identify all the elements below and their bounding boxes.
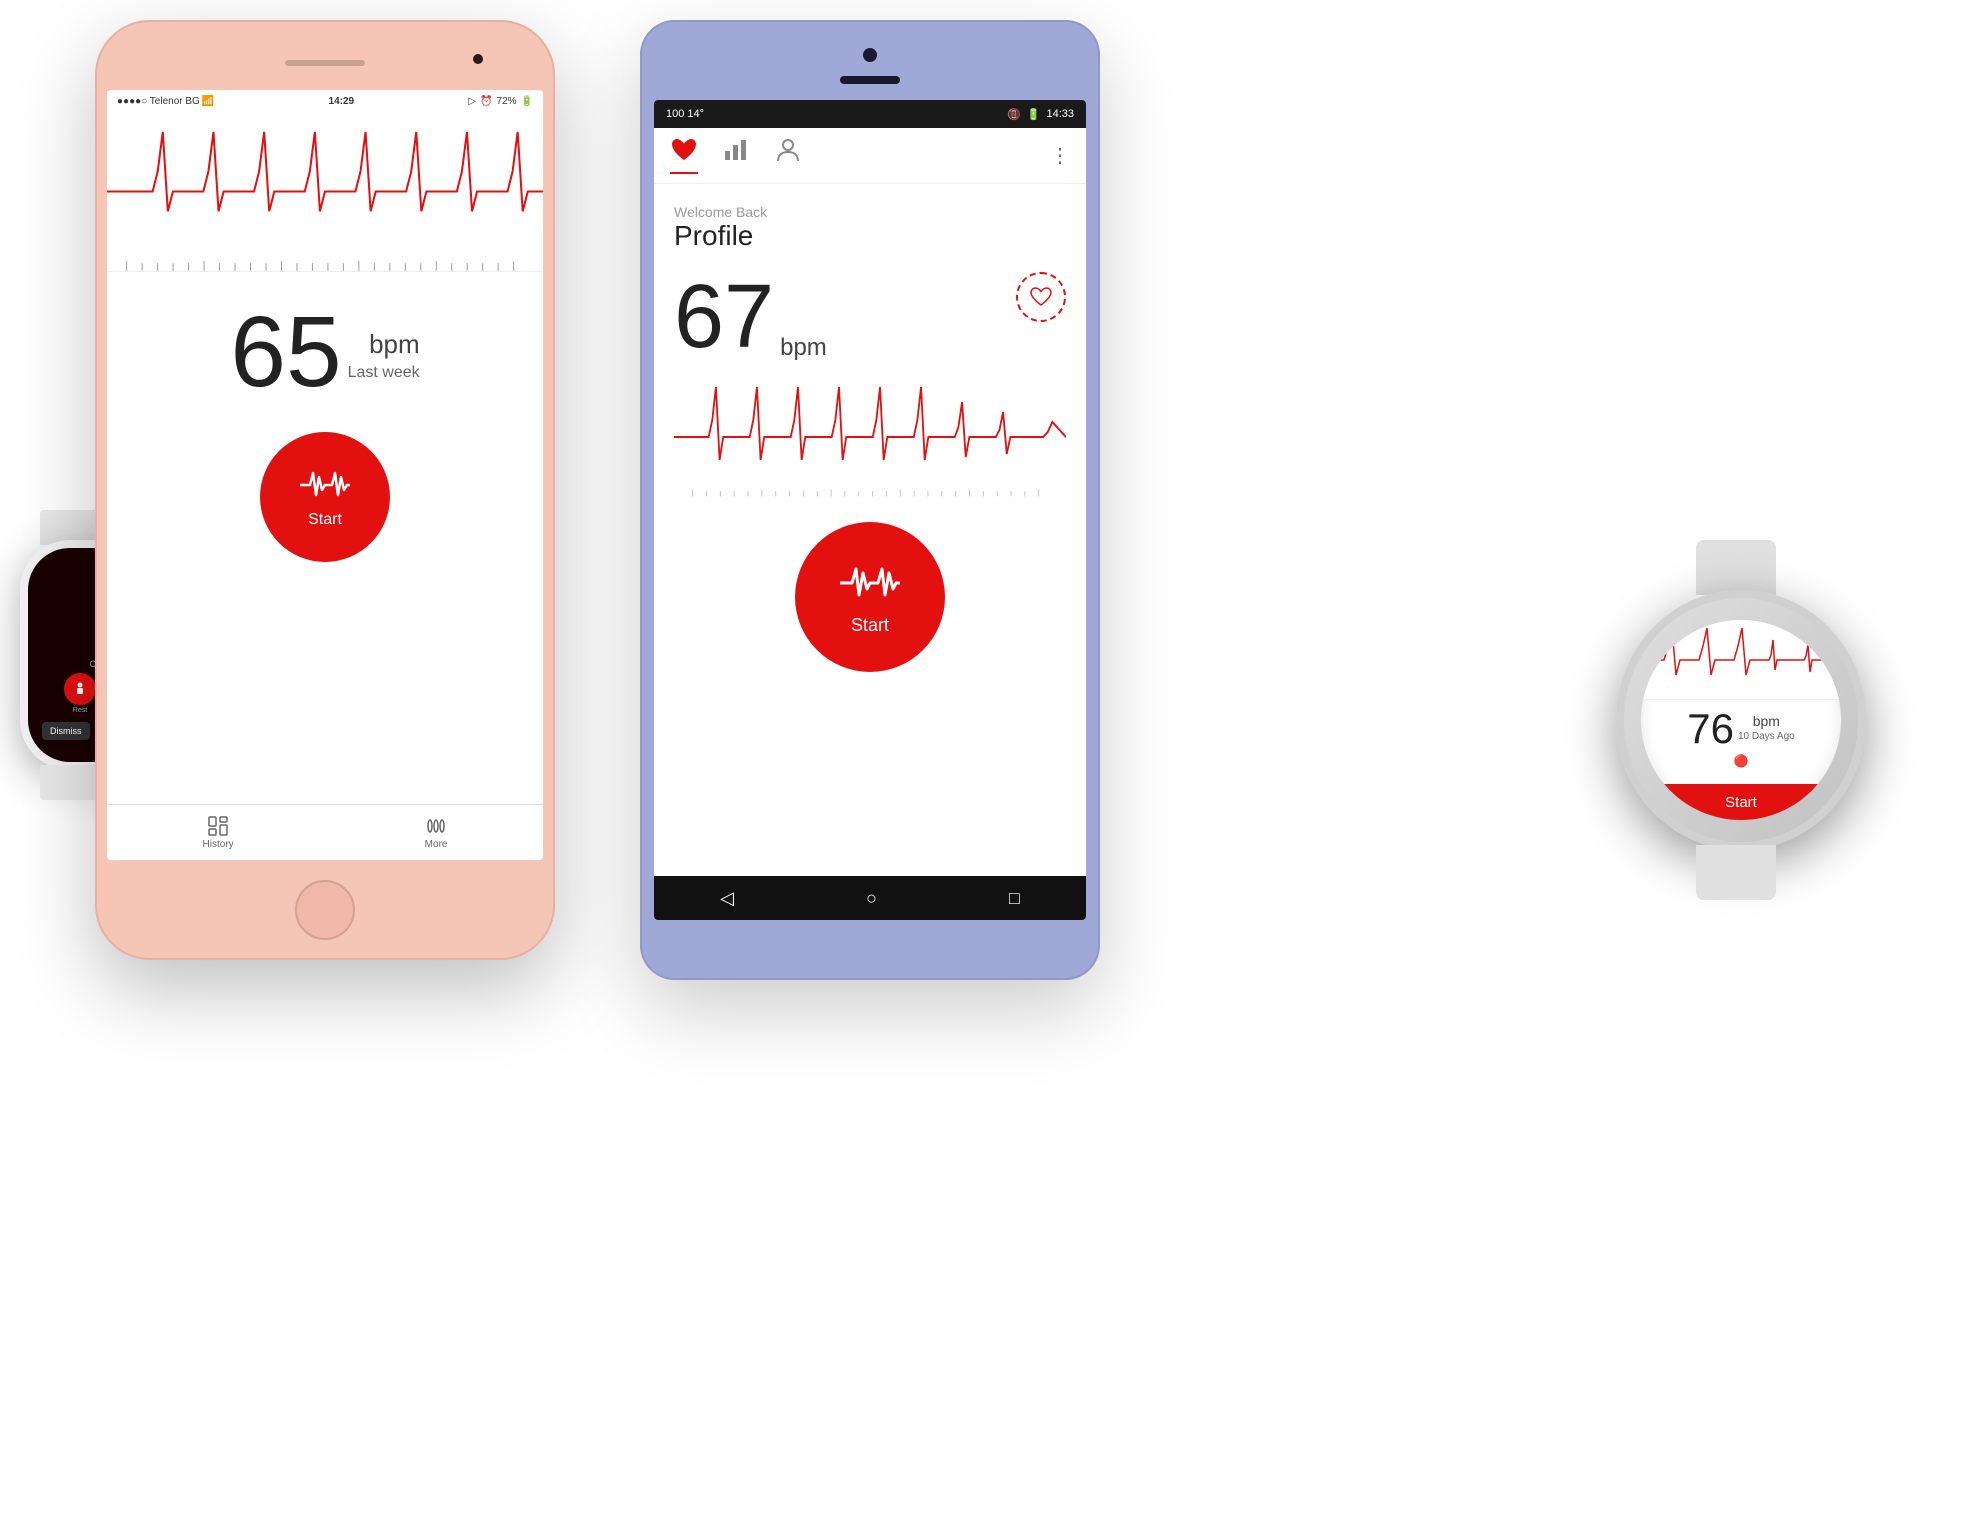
android-camera — [863, 48, 877, 62]
gear-ecg-area — [1641, 620, 1841, 700]
iphone-screen: ●●●●○ Telenor BG 📶 14:29 ▷ ⏰ 72% 🔋 — [107, 90, 543, 860]
gear-bpm-number: 76 — [1687, 708, 1734, 750]
gear-bpm-unit: bpm — [1753, 713, 1780, 729]
android-tab-profile[interactable] — [774, 137, 802, 174]
android-status-left: 100 14° — [666, 108, 704, 120]
gear-band-top — [1696, 540, 1776, 595]
android-screen: 100 14° 📵 🔋 14:33 — [654, 100, 1086, 920]
android-toolbar: ⋮ — [654, 128, 1086, 184]
android-status-right: 📵 🔋 14:33 — [1007, 108, 1074, 121]
android-hr-row: 67 bpm — [674, 272, 1066, 362]
ios-bpm-label: Last week — [348, 364, 420, 382]
gear-bpm-sublabel: 10 Days Ago — [1738, 731, 1795, 742]
gear-start-label: Start — [1725, 794, 1757, 811]
iphone-home-button[interactable] — [295, 880, 355, 940]
ios-wifi-icon: 📶 — [202, 96, 214, 107]
ios-tick-marks — [117, 261, 533, 271]
ios-ecg-container — [107, 112, 543, 272]
android-welcome-text: Welcome Back — [674, 204, 1066, 220]
android-phone: 100 14° 📵 🔋 14:33 — [640, 20, 1100, 980]
android-overflow-icon[interactable]: ⋮ — [1050, 143, 1070, 168]
ios-tab-more-label: More — [425, 839, 448, 850]
watch-activity-rest[interactable] — [64, 673, 96, 705]
ios-tab-history[interactable]: History — [203, 815, 234, 850]
android-start-label: Start — [851, 615, 889, 636]
ios-hr-display: 65 bpm Last week — [107, 272, 543, 422]
gear-bluetooth-row: 🔴 — [1655, 754, 1827, 768]
android-ecg-svg — [674, 372, 1066, 502]
android-time: 14:33 — [1046, 108, 1074, 120]
gear-hr-display: 76 bpm 10 Days Ago 🔴 — [1641, 700, 1841, 776]
gear-bpm-row: 76 bpm 10 Days Ago — [1655, 708, 1827, 750]
gear-bpm-unit-col: bpm 10 Days Ago — [1738, 713, 1795, 750]
ios-bpm-row: 65 bpm Last week — [230, 302, 419, 402]
android-bpm-unit: bpm — [780, 334, 827, 362]
android-nav-bar: ◁ ○ □ — [654, 876, 1086, 920]
ios-start-label: Start — [308, 511, 342, 529]
android-status-bar: 100 14° 📵 🔋 14:33 — [654, 100, 1086, 128]
android-tick-marks — [684, 484, 1056, 502]
scene: 10:09 72 bpm Choose activity — [0, 0, 1966, 1538]
android-toolbar-tabs — [670, 137, 802, 174]
ios-tabbar: History More — [107, 804, 543, 860]
iphone-speaker — [285, 60, 365, 66]
android-tab-heart[interactable] — [670, 137, 698, 174]
watch-activity-rest-label: Rest — [73, 707, 87, 714]
gear-bluetooth-icon: 🔴 — [1734, 754, 1749, 768]
android-profile-title: Profile — [674, 220, 1066, 252]
android-heart-circle — [1016, 272, 1066, 322]
ios-alarm-icon: ⏰ — [480, 96, 492, 107]
watch-dismiss-button[interactable]: Dismiss — [42, 722, 90, 740]
iphone-camera — [473, 54, 483, 64]
android-ecg-container — [674, 372, 1066, 502]
android-nav-recent[interactable]: □ — [1009, 888, 1020, 909]
ios-status-left: ●●●●○ Telenor BG 📶 — [117, 96, 214, 107]
gear-watch: 76 bpm 10 Days Ago 🔴 Start — [1606, 560, 1886, 880]
ios-ecg-svg — [107, 112, 543, 271]
ios-tab-more[interactable]: More — [425, 815, 448, 850]
gear-screen: 76 bpm 10 Days Ago 🔴 Start — [1641, 620, 1841, 820]
iphone: ●●●●○ Telenor BG 📶 14:29 ▷ ⏰ 72% 🔋 — [95, 20, 555, 960]
ios-status-bar: ●●●●○ Telenor BG 📶 14:29 ▷ ⏰ 72% 🔋 — [107, 90, 543, 112]
ios-start-button[interactable]: Start — [260, 432, 390, 562]
android-signal-icon: 📵 — [1007, 108, 1021, 121]
android-content: Welcome Back Profile 67 bpm — [654, 184, 1086, 712]
android-bpm-number: 67 — [674, 272, 774, 362]
ios-battery: 72% — [497, 96, 517, 107]
ios-tab-history-label: History — [203, 839, 234, 850]
ios-status-right: ▷ ⏰ 72% 🔋 — [468, 96, 533, 107]
android-nav-home[interactable]: ○ — [866, 888, 877, 909]
ios-bpm-number: 65 — [230, 302, 341, 402]
android-battery-icon: 🔋 — [1027, 108, 1041, 121]
android-bpm-row: 67 bpm — [674, 272, 827, 362]
android-tab-chart[interactable] — [722, 137, 750, 174]
ios-location-icon: ▷ — [468, 96, 476, 107]
ios-bpm-unit-col: bpm Last week — [348, 349, 420, 402]
iphone-notch-area — [107, 32, 543, 90]
ios-carrier: ●●●●○ Telenor BG — [117, 96, 200, 107]
gear-start-bar[interactable]: Start — [1641, 784, 1841, 820]
gear-body: 76 bpm 10 Days Ago 🔴 Start — [1616, 590, 1866, 850]
ios-bpm-unit: bpm — [369, 329, 420, 360]
android-nav-back[interactable]: ◁ — [720, 888, 734, 909]
ios-battery-icon: 🔋 — [521, 96, 533, 107]
gear-band-bottom — [1696, 845, 1776, 900]
android-speaker — [840, 76, 900, 84]
android-start-button[interactable]: Start — [795, 522, 945, 672]
ios-time: 14:29 — [329, 96, 355, 107]
